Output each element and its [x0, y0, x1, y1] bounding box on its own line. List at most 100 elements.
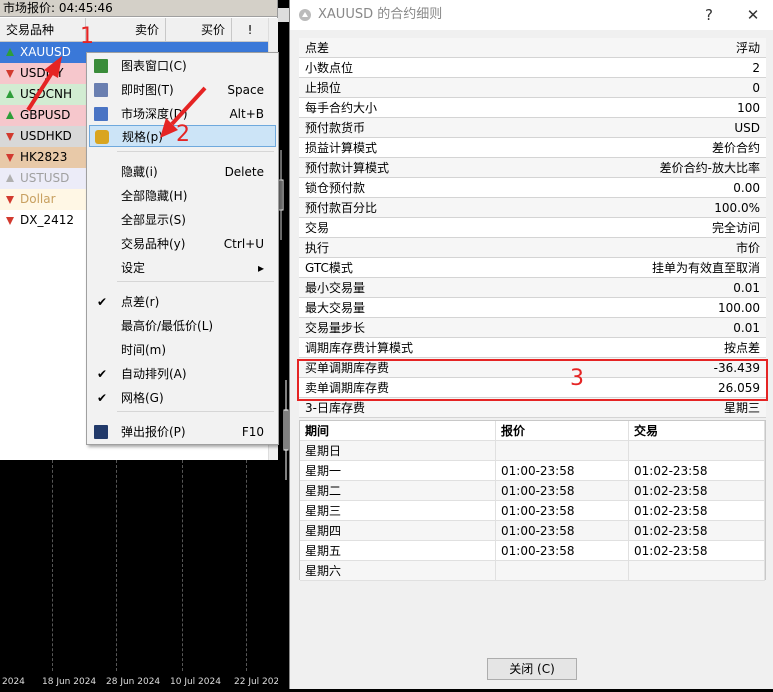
spec-value: 100: [737, 101, 760, 115]
menu-item[interactable]: 时间(m): [89, 339, 276, 361]
session-cell: 01:00-23:58: [496, 521, 629, 541]
menu-item-label: 全部显示(S): [121, 213, 186, 227]
session-cell: [629, 561, 765, 581]
spec-row: 交易量步长 0.01: [299, 318, 766, 338]
spec-row: 止损位 0: [299, 78, 766, 98]
spec-row: GTC模式 挂单为有效直至取消: [299, 258, 766, 278]
menu-item-label: 弹出报价(P): [121, 425, 186, 439]
session-cell: 01:02-23:58: [629, 501, 765, 521]
session-cell: 星期二: [300, 481, 496, 501]
close-button[interactable]: 关闭 (C): [487, 658, 577, 680]
spec-key: 锁仓预付款: [305, 181, 366, 195]
spec-row: 锁仓预付款 0.00: [299, 178, 766, 198]
spec-value: 2: [752, 61, 760, 75]
spec-key: 最大交易量: [305, 301, 366, 315]
spec-row: 调期库存费计算模式 按点差: [299, 338, 766, 358]
chart-area[interactable]: 2024 18 Jun 2024 28 Jun 2024 10 Jul 2024…: [0, 460, 288, 689]
session-cell: 星期一: [300, 461, 496, 481]
spec-row: 损益计算模式 差价合约: [299, 138, 766, 158]
session-cell: 01:00-23:58: [496, 501, 629, 521]
x-axis-label: 2024: [2, 677, 25, 687]
menu-item[interactable]: ✔ 网格(G): [89, 387, 276, 409]
menu-separator: [117, 281, 274, 282]
menu-item[interactable]: 设定 ▸: [89, 257, 276, 279]
down-arrow-icon: [6, 217, 14, 225]
spec-key: 3-日库存费: [305, 401, 365, 415]
menu-item-shortcut: F10: [241, 425, 264, 439]
spec-key: 止损位: [305, 81, 342, 95]
menu-item-shortcut: ▸: [257, 261, 264, 275]
session-cell: 01:02-23:58: [629, 521, 765, 541]
menu-item-label: 最高价/最低价(L): [121, 319, 214, 333]
spec-value: USD: [734, 121, 760, 135]
session-row: 星期四 01:00-23:58 01:02-23:58: [300, 521, 765, 541]
spec-key: 预付款货币: [305, 121, 366, 135]
spec-row: 点差 浮动: [299, 38, 766, 58]
menu-item[interactable]: 全部显示(S): [89, 209, 276, 231]
session-cell: 01:02-23:58: [629, 461, 765, 481]
session-row: 星期三 01:00-23:58 01:02-23:58: [300, 501, 765, 521]
session-cell: [496, 561, 629, 581]
spec-row: 每手合约大小 100: [299, 98, 766, 118]
spec-row: 预付款计算模式 差价合约-放大比率: [299, 158, 766, 178]
menu-item-label: 交易品种(y): [121, 237, 186, 251]
session-row: 星期一 01:00-23:58 01:02-23:58: [300, 461, 765, 481]
spec-value: 0.01: [733, 321, 760, 335]
spec-key: 最小交易量: [305, 281, 366, 295]
spec-value: 挂单为有效直至取消: [651, 261, 760, 275]
spec-value: 完全访问: [711, 221, 760, 235]
annotation-arrows: [26, 56, 207, 138]
spec-value: 市价: [735, 241, 760, 255]
checkmark-icon: ✔: [97, 295, 108, 309]
spec-key: 执行: [305, 241, 330, 255]
spec-value: 0.00: [733, 181, 760, 195]
menu-item-label: 点差(r): [121, 295, 160, 309]
session-row: 星期日: [300, 441, 765, 461]
sessions-header-cell: 交易: [629, 421, 765, 441]
menu-item[interactable]: ✔ 点差(r): [89, 291, 276, 313]
x-axis-label: 28 Jun 2024: [106, 677, 161, 687]
menu-item[interactable]: 交易品种(y) Ctrl+U: [89, 233, 276, 255]
menu-item-label: 自动排列(A): [121, 367, 187, 381]
spec-row: 预付款百分比 100.0%: [299, 198, 766, 218]
spec-value: 差价合约-放大比率: [659, 161, 760, 175]
help-button[interactable]: ?: [694, 0, 724, 30]
menu-item-label: 网格(G): [121, 391, 164, 405]
spec-key: 预付款计算模式: [305, 161, 390, 175]
session-cell: 01:00-23:58: [496, 541, 629, 561]
session-cell: 01:02-23:58: [629, 541, 765, 561]
session-cell: 星期日: [300, 441, 496, 461]
sessions-header: 期间 报价 交易: [300, 421, 765, 441]
symbol-name: DX_2412: [20, 213, 74, 227]
close-window-button[interactable]: ✕: [738, 0, 768, 30]
checkmark-icon: ✔: [97, 391, 108, 405]
spec-key: 交易: [305, 221, 330, 235]
session-cell: 星期五: [300, 541, 496, 561]
spec-value: 100.00: [718, 301, 760, 315]
sessions-header-cell: 报价: [496, 421, 629, 441]
menu-item[interactable]: 最高价/最低价(L): [89, 315, 276, 337]
spec-key: 损益计算模式: [305, 141, 378, 155]
session-cell: 星期三: [300, 501, 496, 521]
spec-row: 交易 完全访问: [299, 218, 766, 238]
session-cell: 星期四: [300, 521, 496, 541]
menu-item[interactable]: ✔ 自动排列(A): [89, 363, 276, 385]
menu-item-label: 设定: [121, 261, 146, 275]
spec-value: 浮动: [735, 41, 760, 55]
spec-key: 预付款百分比: [305, 201, 378, 215]
x-axis-label: 18 Jun 2024: [42, 677, 97, 687]
menu-item-label: 时间(m): [121, 343, 167, 357]
spec-key: GTC模式: [305, 261, 353, 275]
spec-row: 预付款货币 USD: [299, 118, 766, 138]
spec-row: 最小交易量 0.01: [299, 278, 766, 298]
session-cell: 星期六: [300, 561, 496, 581]
session-cell: [496, 441, 629, 461]
x-axis-label: 10 Jul 2024: [170, 677, 221, 687]
spec-key: 调期库存费计算模式: [305, 341, 414, 355]
dialog-title: XAUUSD 的合约细则: [318, 7, 443, 22]
highlight-box: [297, 359, 768, 401]
spec-row: 执行 市价: [299, 238, 766, 258]
spec-key: 点差: [305, 41, 330, 55]
menu-item[interactable]: 弹出报价(P) F10: [89, 421, 276, 443]
session-cell: 01:00-23:58: [496, 461, 629, 481]
